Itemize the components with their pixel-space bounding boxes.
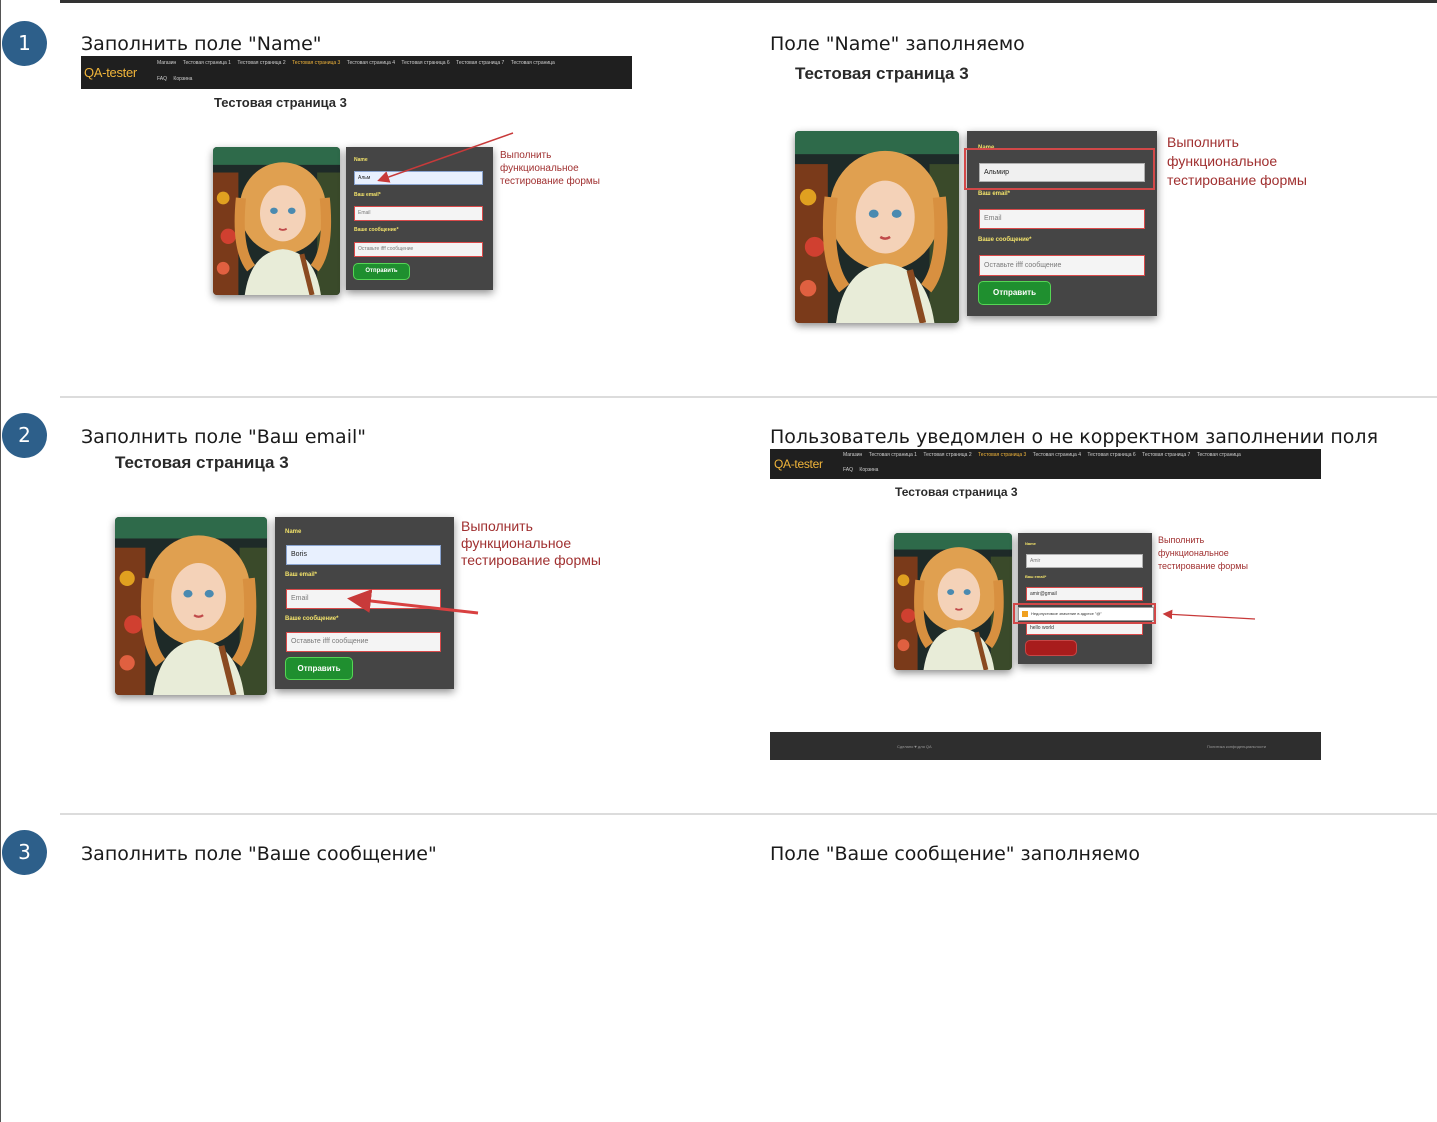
nav-link[interactable]: Тестовая страница 6 xyxy=(401,60,449,66)
girl-portrait-illustration xyxy=(894,533,1012,670)
nav-links-row2: FAQ Корзина xyxy=(843,467,883,473)
email-input[interactable]: amir@gmail xyxy=(1026,587,1143,601)
nav-link[interactable]: Тестовая страница 4 xyxy=(347,60,395,66)
step-action-text: Заполнить поле "Name" xyxy=(81,33,322,55)
site-footer: Сделано ♥ для QA Политика конфиденциальн… xyxy=(770,732,1321,760)
footer-credit: Сделано ♥ для QA xyxy=(897,744,932,749)
portrait-image xyxy=(115,517,267,695)
page-title: Тестовая страница 3 xyxy=(115,453,289,472)
message-input[interactable]: Оставьте ifff сообщение xyxy=(286,632,441,652)
portrait-image xyxy=(213,147,340,295)
step-number-badge: 1 xyxy=(2,21,47,66)
name-label: Name xyxy=(354,157,368,163)
girl-portrait-illustration xyxy=(213,147,340,295)
name-input[interactable]: Boris xyxy=(286,545,441,565)
step-result-text: Поле "Name" заполняемо xyxy=(770,33,1025,55)
step-number-badge: 3 xyxy=(2,830,47,875)
contact-form: Name Boris Ваш email* Email Ваше сообщен… xyxy=(275,517,454,689)
submit-button[interactable]: Отправить xyxy=(285,657,353,680)
highlight-box xyxy=(1013,603,1156,624)
site-navbar: QA-tester Магазин Тестовая страница 1 Те… xyxy=(770,449,1321,479)
row-separator xyxy=(60,813,1437,815)
annotation-text: Выполнить функциональное тестирование фо… xyxy=(500,150,600,187)
nav-link-cart[interactable]: Корзина xyxy=(173,76,192,82)
nav-link[interactable]: Тестовая страница 1 xyxy=(183,60,231,66)
nav-link-faq[interactable]: FAQ xyxy=(843,467,853,473)
submit-button[interactable]: Отправить xyxy=(353,263,410,280)
step-action-text: Заполнить поле "Ваш email" xyxy=(81,426,366,448)
page-title: Тестовая страница 3 xyxy=(795,64,969,83)
email-input[interactable]: Email xyxy=(354,206,483,221)
arrow-to-validation-tooltip xyxy=(1162,609,1256,620)
message-label: Ваше сообщение* xyxy=(978,237,1032,243)
nav-link[interactable]: Тестовая страница 4 xyxy=(1033,452,1081,458)
email-label: Ваш email* xyxy=(978,191,1011,197)
row-separator xyxy=(60,396,1437,398)
message-label: Ваше сообщение* xyxy=(354,227,399,233)
site-navbar: QA-tester Магазин Тестовая страница 1 Те… xyxy=(81,56,632,89)
site-logo[interactable]: QA-tester xyxy=(774,457,823,471)
annotation-text: Выполнить функциональное тестирование фо… xyxy=(461,518,601,568)
email-input[interactable]: Email xyxy=(286,589,441,609)
name-label: Name xyxy=(285,529,302,535)
email-input[interactable]: Email xyxy=(979,209,1145,229)
message-input[interactable]: Оставьте ifff сообщение xyxy=(354,242,483,257)
nav-link-active[interactable]: Тестовая страница 3 xyxy=(292,60,340,66)
site-logo[interactable]: QA-tester xyxy=(84,65,137,80)
annotation-text: Выполнить функциональное тестирование фо… xyxy=(1158,535,1248,571)
nav-link[interactable]: Тестовая страница 7 xyxy=(456,60,504,66)
message-label: Ваше сообщение* xyxy=(285,616,339,622)
nav-link[interactable]: Тестовая страница 1 xyxy=(869,452,917,458)
nav-links-row2: FAQ Корзина xyxy=(157,76,197,82)
step-result-text: Поле "Ваше сообщение" заполняемо xyxy=(770,843,1140,865)
contact-form: Name Amir Ваш email* amir@gmail hello wo… xyxy=(1018,533,1152,664)
step-result-text: Пользователь уведомлен о не корректном з… xyxy=(770,426,1378,448)
table-left-border xyxy=(0,0,1,1122)
nav-links: Магазин Тестовая страница 1 Тестовая стр… xyxy=(157,60,560,66)
message-input[interactable]: Оставьте ifff сообщение xyxy=(979,255,1145,276)
girl-portrait-illustration xyxy=(795,131,959,323)
annotation-text: Выполнить функциональное тестирование фо… xyxy=(1167,134,1307,188)
email-label: Ваш email* xyxy=(285,572,318,578)
nav-link-faq[interactable]: FAQ xyxy=(157,76,167,82)
nav-link[interactable]: Тестовая страница 2 xyxy=(923,452,971,458)
nav-link[interactable]: Тестовая страница xyxy=(511,60,555,66)
portrait-image xyxy=(894,533,1012,670)
step-number-badge: 2 xyxy=(2,413,47,458)
contact-form: Name Альм Ваш email* Email Ваше сообщени… xyxy=(346,147,493,290)
nav-link[interactable]: Тестовая страница xyxy=(1197,452,1241,458)
name-input[interactable]: Amir xyxy=(1026,554,1143,568)
nav-link[interactable]: Тестовая страница 6 xyxy=(1087,452,1135,458)
name-label: Name xyxy=(1025,541,1036,546)
page-title: Тестовая страница 3 xyxy=(895,485,1018,499)
nav-links: Магазин Тестовая страница 1 Тестовая стр… xyxy=(843,452,1246,458)
nav-link[interactable]: Тестовая страница 7 xyxy=(1142,452,1190,458)
highlight-box xyxy=(964,148,1155,190)
nav-link[interactable]: Магазин xyxy=(843,452,862,458)
step-action-text: Заполнить поле "Ваше сообщение" xyxy=(81,843,437,865)
nav-link[interactable]: Тестовая страница 2 xyxy=(237,60,285,66)
nav-link-active[interactable]: Тестовая страница 3 xyxy=(978,452,1026,458)
email-label: Ваш email* xyxy=(354,192,381,198)
portrait-image xyxy=(795,131,959,323)
table-top-border xyxy=(60,0,1437,3)
footer-privacy-link[interactable]: Политика конфиденциальности xyxy=(1207,744,1266,749)
name-input[interactable]: Альм xyxy=(354,171,483,185)
email-label: Ваш email* xyxy=(1025,574,1047,579)
nav-link[interactable]: Магазин xyxy=(157,60,176,66)
girl-portrait-illustration xyxy=(115,517,267,695)
submit-button[interactable]: Отправить xyxy=(978,281,1051,305)
submit-button-error[interactable] xyxy=(1025,640,1077,656)
nav-link-cart[interactable]: Корзина xyxy=(859,467,878,473)
page-title: Тестовая страница 3 xyxy=(214,95,347,110)
